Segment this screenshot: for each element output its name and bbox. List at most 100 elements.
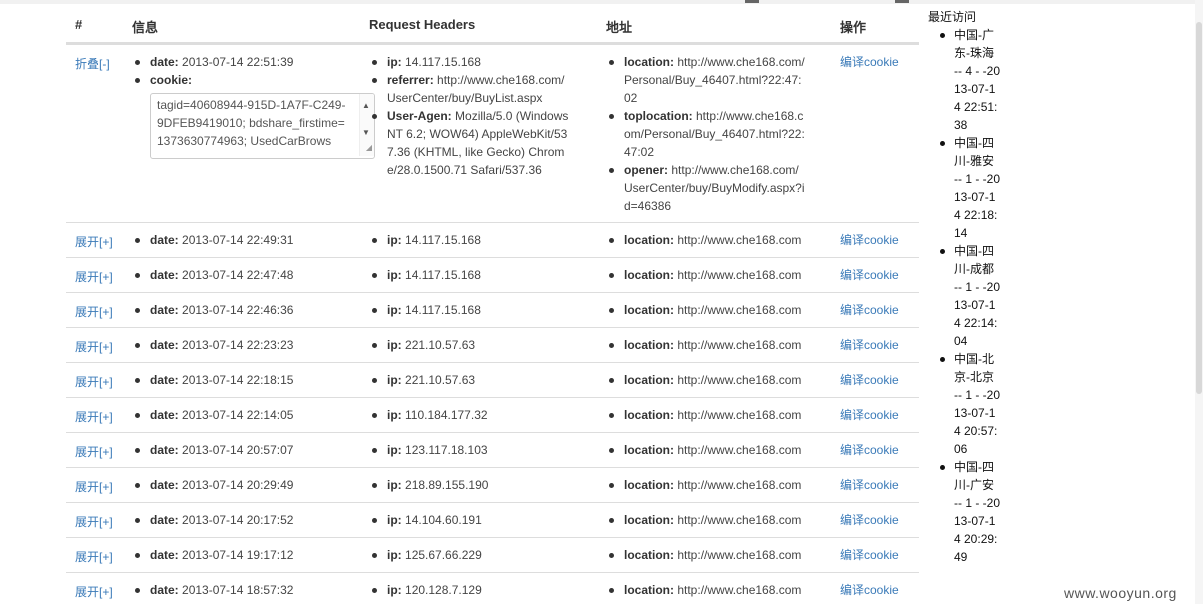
expand-toggle[interactable]: 展开[+]	[75, 478, 113, 495]
request-headers-cell: ip: 120.128.7.129	[369, 581, 569, 599]
expand-toggle[interactable]: 展开[+]	[75, 268, 113, 285]
info-cell: date: 2013-07-14 19:17:12	[132, 546, 367, 564]
edit-cookie-link[interactable]: 编译cookie	[840, 55, 899, 69]
request-headers-cell: ip: 14.117.15.168 referrer: http://www.c…	[369, 53, 569, 179]
info-cell: date: 2013-07-14 22:23:23	[132, 336, 367, 354]
table-row: 展开[+] date: 2013-07-14 18:57:32 ip: 120.12…	[66, 572, 919, 607]
info-cell: date: 2013-07-14 22:49:31	[132, 231, 367, 249]
expand-toggle[interactable]: 展开[+]	[75, 443, 113, 460]
edit-cookie-link[interactable]: 编译cookie	[840, 548, 899, 562]
table-row: 展开[+] date: 2013-07-14 22:23:23 ip: 221.10…	[66, 327, 919, 362]
collapsed-rows: 展开[+] date: 2013-07-14 22:49:31 ip: 14.117…	[66, 222, 919, 607]
top-marker-right	[895, 0, 909, 3]
ip-item: ip: 123.117.18.103	[369, 441, 569, 459]
ip-item: ip: 218.89.155.190	[369, 476, 569, 494]
watermark: www.wooyun.org	[1064, 585, 1177, 601]
request-headers-cell: ip: 14.117.15.168	[369, 301, 569, 319]
sidebar-title: 最近访问	[928, 10, 977, 24]
request-headers-cell: ip: 123.117.18.103	[369, 441, 569, 459]
info-cell: date: 2013-07-14 18:57:32	[132, 581, 367, 599]
location-item: location: http://www.che168.com	[606, 441, 806, 459]
recent-visits-sidebar: 最近访问 中国-广东-珠海 -- 4 - -2013-07-14 22:51:3…	[928, 8, 1008, 566]
table-row-expanded: 折叠[-] date: 2013-07-14 22:51:39 cookie: …	[66, 44, 919, 222]
date-item: date: 2013-07-14 20:57:07	[132, 441, 367, 459]
expand-toggle[interactable]: 展开[+]	[75, 338, 113, 355]
page-scrollbar[interactable]	[1195, 0, 1203, 604]
table-row: 展开[+] date: 2013-07-14 22:14:05 ip: 110.18…	[66, 397, 919, 432]
info-cell: date: 2013-07-14 22:51:39 cookie: tagid=…	[132, 53, 375, 159]
toplocation-item: toplocation: http://www.che168.com/Perso…	[606, 107, 806, 161]
ip-item: ip: 14.104.60.191	[369, 511, 569, 529]
address-cell: location: http://www.che168.com	[606, 301, 806, 319]
expand-toggle[interactable]: 展开[+]	[75, 513, 113, 530]
expand-toggle[interactable]: 展开[+]	[75, 408, 113, 425]
edit-cookie-link[interactable]: 编译cookie	[840, 233, 899, 247]
date-item: date: 2013-07-14 20:29:49	[132, 476, 367, 494]
operation-cell: 编译cookie	[840, 441, 899, 458]
header-address: 地址	[606, 20, 633, 35]
location-item: location: http://www.che168.com	[606, 301, 806, 319]
sidebar-list: 中国-广东-珠海 -- 4 - -2013-07-14 22:51:38 中国-四…	[928, 26, 1008, 566]
ip-item: ip: 14.117.15.168	[369, 231, 569, 249]
date-item: date: 2013-07-14 20:17:52	[132, 511, 367, 529]
location-item: location: http://www.che168.com	[606, 371, 806, 389]
date-item: date: 2013-07-14 22:46:36	[132, 301, 367, 319]
location-item: location: http://www.che168.com/Personal…	[606, 53, 806, 107]
request-headers-cell: ip: 218.89.155.190	[369, 476, 569, 494]
edit-cookie-link[interactable]: 编译cookie	[840, 478, 899, 492]
info-cell: date: 2013-07-14 22:46:36	[132, 301, 367, 319]
visits-table: # 信息 Request Headers 地址 操作 折叠[-] date: 2…	[66, 10, 919, 607]
recent-visit-item: 中国-四川-雅安 -- 1 - -2013-07-14 22:18:14	[928, 134, 1000, 242]
expand-toggle[interactable]: 展开[+]	[75, 373, 113, 390]
edit-cookie-link[interactable]: 编译cookie	[840, 373, 899, 387]
table-row: 展开[+] date: 2013-07-14 20:17:52 ip: 14.104…	[66, 502, 919, 537]
collapse-toggle[interactable]: 折叠[-]	[75, 55, 110, 72]
address-cell: location: http://www.che168.com	[606, 476, 806, 494]
date-item: date: 2013-07-14 22:14:05	[132, 406, 367, 424]
ip-item: ip: 221.10.57.63	[369, 371, 569, 389]
expand-toggle[interactable]: 展开[+]	[75, 548, 113, 565]
opener-item: opener: http://www.che168.com/UserCenter…	[606, 161, 806, 215]
operation-cell: 编译cookie	[840, 53, 899, 70]
location-item: location: http://www.che168.com	[606, 266, 806, 284]
expand-toggle[interactable]: 展开[+]	[75, 583, 113, 600]
recent-visit-item: 中国-四川-广安 -- 1 - -2013-07-14 20:29:49	[928, 458, 1000, 566]
expand-toggle[interactable]: 展开[+]	[75, 303, 113, 320]
operation-cell: 编译cookie	[840, 336, 899, 353]
expand-toggle[interactable]: 展开[+]	[75, 233, 113, 250]
table-header: # 信息 Request Headers 地址 操作	[66, 10, 919, 44]
edit-cookie-link[interactable]: 编译cookie	[840, 513, 899, 527]
ip-item: ip: 14.117.15.168	[369, 53, 569, 71]
header-info: 信息	[132, 20, 159, 35]
edit-cookie-link[interactable]: 编译cookie	[840, 408, 899, 422]
address-cell: location: http://www.che168.com/Personal…	[606, 53, 806, 215]
header-num: #	[75, 17, 83, 32]
edit-cookie-link[interactable]: 编译cookie	[840, 443, 899, 457]
edit-cookie-link[interactable]: 编译cookie	[840, 338, 899, 352]
header-request-headers: Request Headers	[369, 17, 476, 32]
edit-cookie-link[interactable]: 编译cookie	[840, 583, 899, 597]
location-item: location: http://www.che168.com	[606, 581, 806, 599]
referrer-item: referrer: http://www.che168.com/UserCent…	[369, 71, 569, 107]
date-item: date: 2013-07-14 22:49:31	[132, 231, 367, 249]
cookie-textarea[interactable]: tagid=40608944-915D-1A7F-C249-9DFEB94190…	[150, 93, 375, 159]
scrollbar-thumb[interactable]	[1196, 22, 1202, 394]
header-operation: 操作	[840, 20, 867, 35]
address-cell: location: http://www.che168.com	[606, 581, 806, 599]
edit-cookie-link[interactable]: 编译cookie	[840, 303, 899, 317]
address-cell: location: http://www.che168.com	[606, 336, 806, 354]
info-cell: date: 2013-07-14 22:47:48	[132, 266, 367, 284]
address-cell: location: http://www.che168.com	[606, 406, 806, 424]
address-cell: location: http://www.che168.com	[606, 511, 806, 529]
request-headers-cell: ip: 14.117.15.168	[369, 266, 569, 284]
operation-cell: 编译cookie	[840, 301, 899, 318]
edit-cookie-link[interactable]: 编译cookie	[840, 268, 899, 282]
request-headers-cell: ip: 221.10.57.63	[369, 336, 569, 354]
operation-cell: 编译cookie	[840, 581, 899, 598]
table-row: 展开[+] date: 2013-07-14 20:29:49 ip: 218.89…	[66, 467, 919, 502]
date-item: date: 2013-07-14 22:47:48	[132, 266, 367, 284]
table-row: 展开[+] date: 2013-07-14 20:57:07 ip: 123.11…	[66, 432, 919, 467]
ip-item: ip: 110.184.177.32	[369, 406, 569, 424]
recent-visit-item: 中国-广东-珠海 -- 4 - -2013-07-14 22:51:38	[928, 26, 1000, 134]
ip-item: ip: 14.117.15.168	[369, 301, 569, 319]
